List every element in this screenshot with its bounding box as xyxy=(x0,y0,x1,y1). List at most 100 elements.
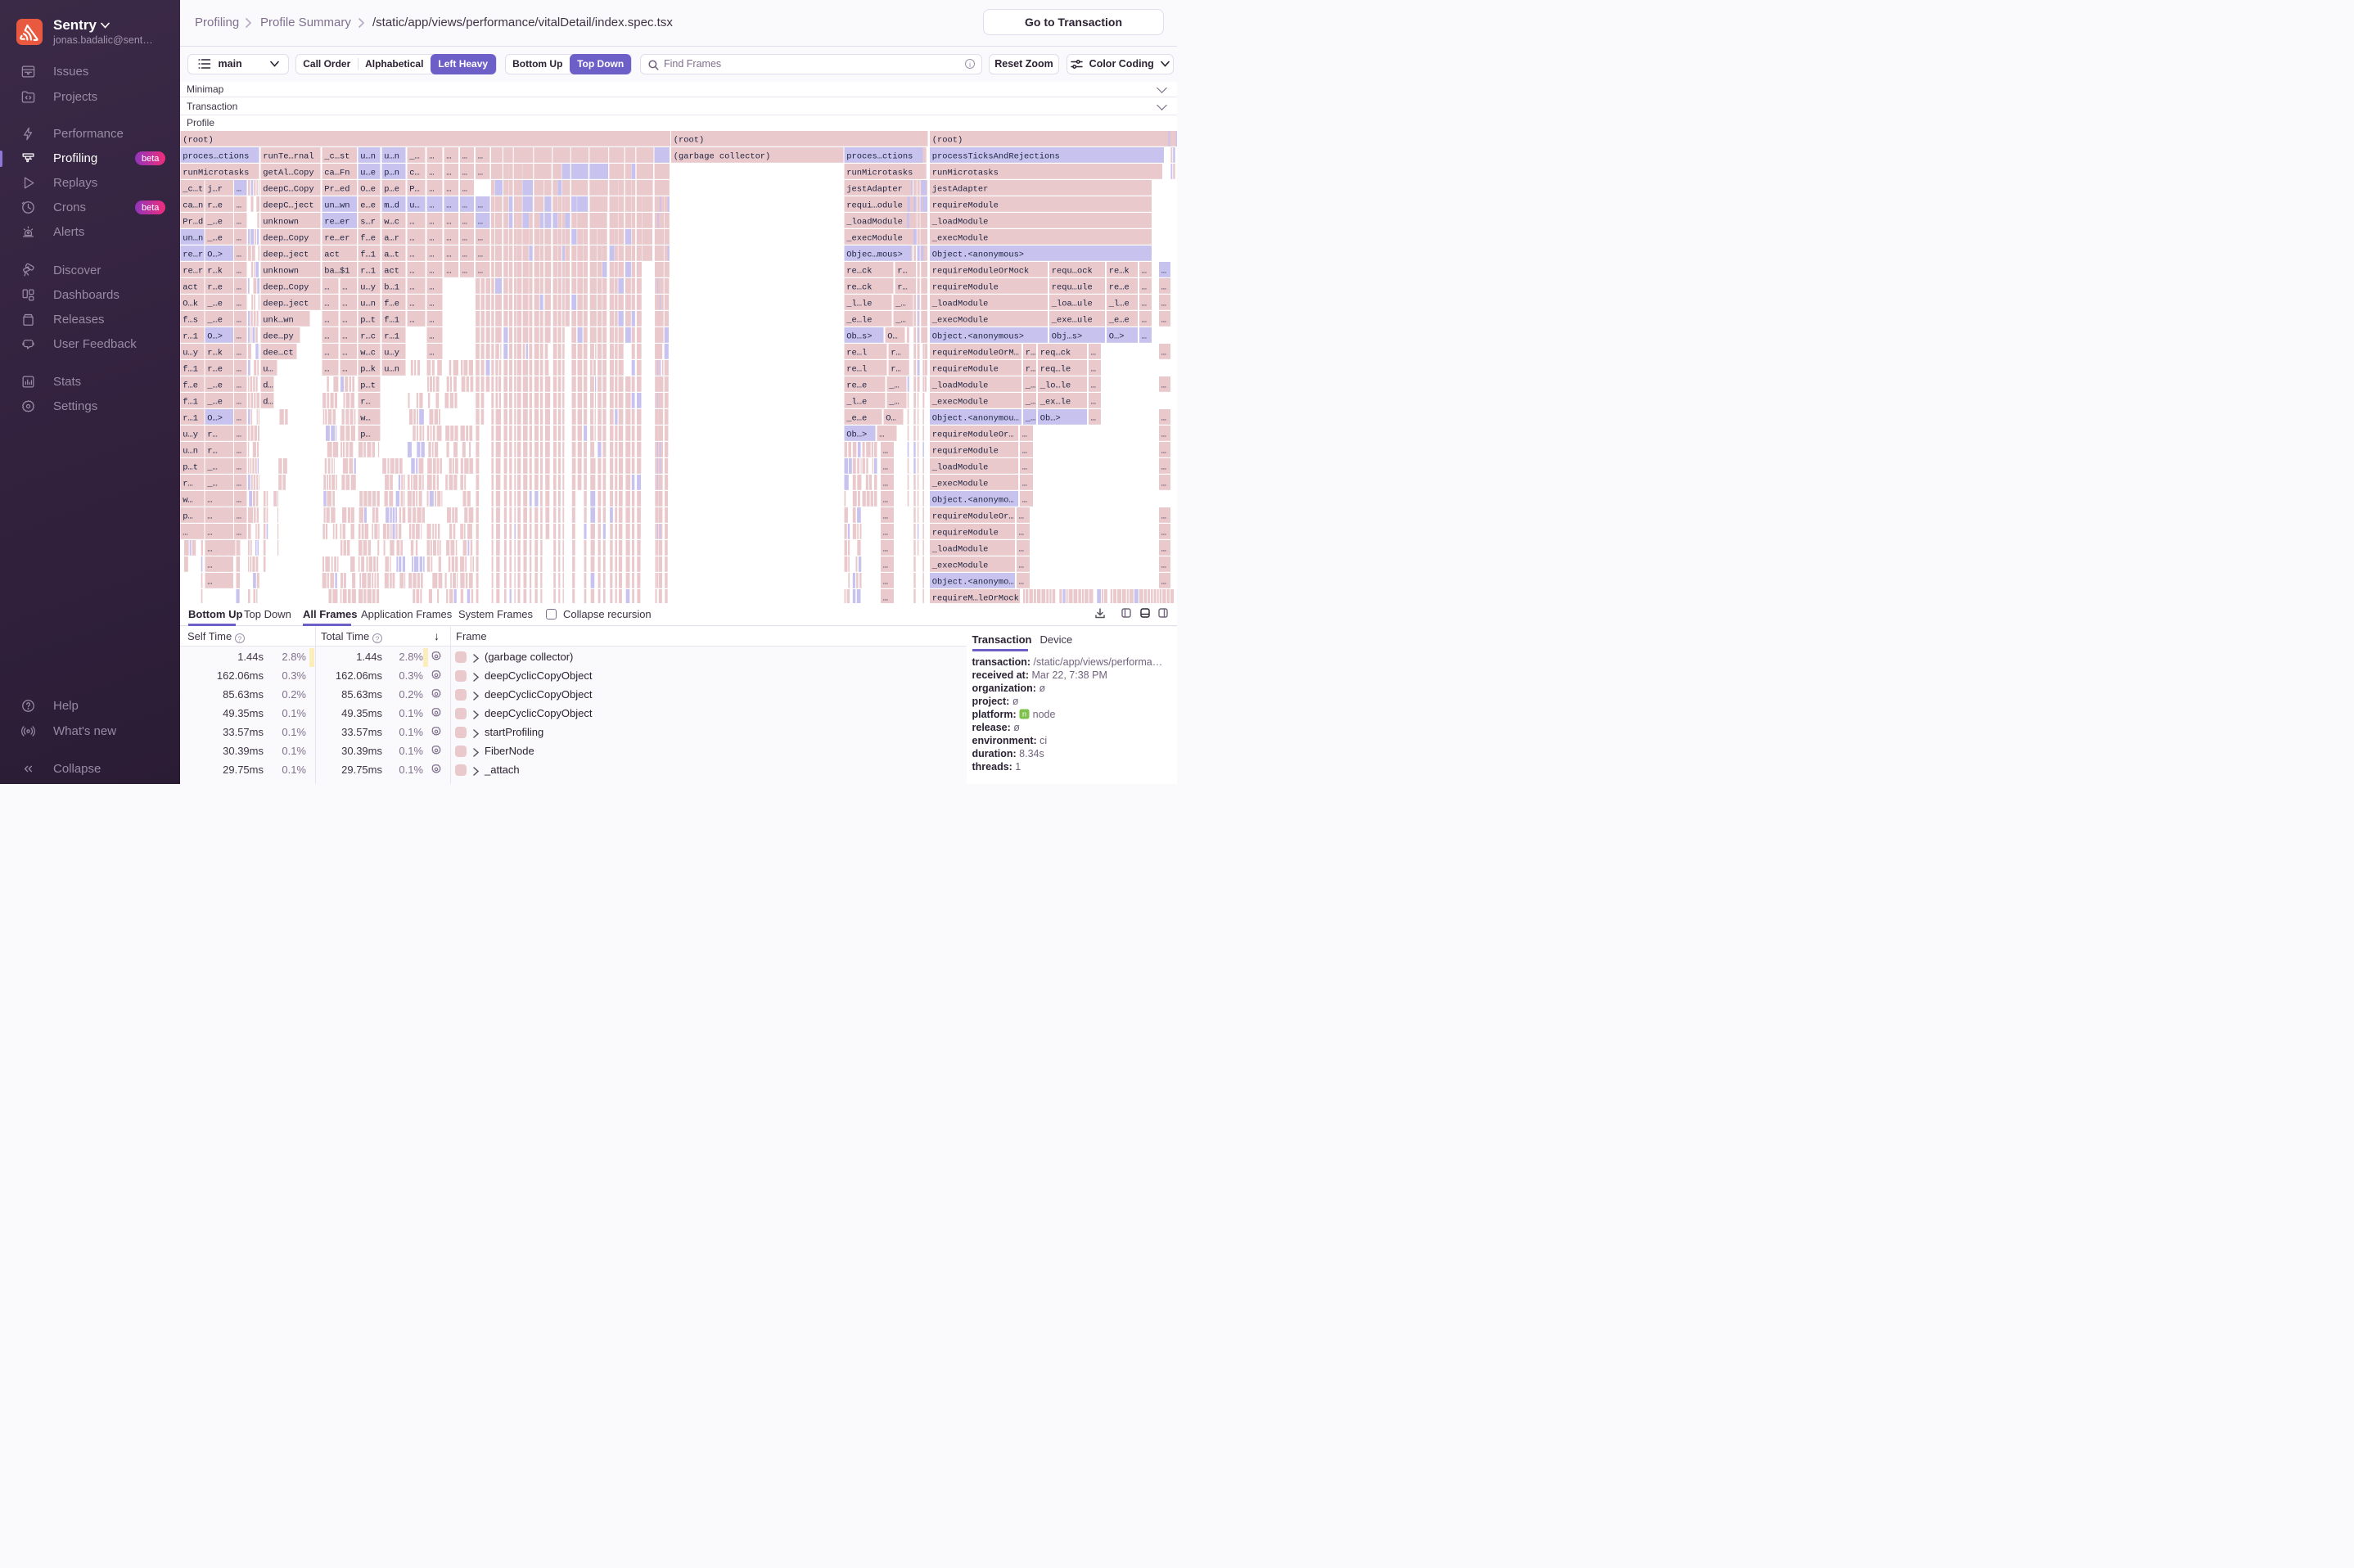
svg-text:re…r: re…r xyxy=(183,250,203,259)
svg-text:…: … xyxy=(462,168,467,178)
svg-text:…: … xyxy=(883,561,888,570)
svg-text:ca…Fn: ca…Fn xyxy=(324,168,349,178)
svg-text:…: … xyxy=(237,528,241,538)
svg-text:re…e: re…e xyxy=(846,381,867,390)
svg-text:Obj…s>: Obj…s> xyxy=(1052,331,1082,341)
svg-text:P…: P… xyxy=(409,184,419,194)
svg-text:Ob…>: Ob…> xyxy=(846,430,867,439)
svg-text:r…: r… xyxy=(183,479,192,489)
svg-text:_execModule: _execModule xyxy=(846,233,903,243)
svg-text:O…: O… xyxy=(887,331,897,341)
svg-text:_…: _… xyxy=(895,315,905,325)
svg-text:O…>: O…> xyxy=(207,413,223,423)
svg-text:…: … xyxy=(1161,315,1166,325)
svg-text:f…1: f…1 xyxy=(360,250,376,259)
svg-text:a…t: a…t xyxy=(384,250,399,259)
svg-text:u…e: u…e xyxy=(360,168,376,178)
svg-text:…: … xyxy=(883,462,888,472)
svg-text:unk…wn: unk…wn xyxy=(263,315,293,325)
svg-text:…: … xyxy=(1091,348,1096,358)
svg-text:…: … xyxy=(1091,364,1096,374)
svg-text:…: … xyxy=(1161,561,1166,570)
svg-text:…: … xyxy=(1161,348,1166,358)
svg-text:…: … xyxy=(429,184,434,194)
svg-text:w…: w… xyxy=(183,495,192,505)
svg-text:…: … xyxy=(1161,577,1166,587)
svg-text:…: … xyxy=(429,282,434,292)
svg-text:_loadModule: _loadModule xyxy=(931,217,989,227)
svg-text:f…1: f…1 xyxy=(183,397,198,407)
svg-text:f…s: f…s xyxy=(183,315,198,325)
svg-text:Object.<anonymo…: Object.<anonymo… xyxy=(932,495,1014,505)
svg-text:…: … xyxy=(462,151,467,161)
svg-text:…: … xyxy=(207,511,212,521)
svg-text:u…n: u…n xyxy=(384,151,399,161)
svg-text:_exe…ule: _exe…ule xyxy=(1051,315,1093,325)
svg-text:…: … xyxy=(1019,528,1024,538)
svg-text:_…e: _…e xyxy=(206,381,223,390)
svg-text:unknown: unknown xyxy=(263,217,299,227)
svg-text:…: … xyxy=(207,577,212,587)
svg-text:…: … xyxy=(237,430,241,439)
svg-text:…: … xyxy=(207,495,212,505)
svg-text:O…>: O…> xyxy=(1109,331,1125,341)
svg-text:…: … xyxy=(478,168,483,178)
svg-text:…: … xyxy=(1019,544,1024,554)
svg-text:…: … xyxy=(342,299,347,309)
svg-text:(garbage collector): (garbage collector) xyxy=(674,151,770,161)
svg-text:…: … xyxy=(1022,430,1027,439)
svg-text:runMicrotasks: runMicrotasks xyxy=(932,168,999,178)
svg-text:act: act xyxy=(183,282,198,292)
svg-text:_e…e: _e…e xyxy=(1108,315,1130,325)
svg-text:(root): (root) xyxy=(932,135,963,145)
svg-text:f…e: f…e xyxy=(183,381,198,390)
svg-text:d…: d… xyxy=(263,381,273,390)
svg-text:…: … xyxy=(462,201,467,210)
svg-text:_c…t: _c…t xyxy=(182,184,203,194)
svg-text:O…e: O…e xyxy=(360,184,376,194)
svg-text:…: … xyxy=(478,201,483,210)
svg-text:r…: r… xyxy=(1026,348,1035,358)
svg-text:…: … xyxy=(1091,381,1096,390)
svg-text:requi…odule: requi…odule xyxy=(846,201,903,210)
svg-text:…: … xyxy=(478,266,483,276)
svg-text:_l…e: _l…e xyxy=(1108,299,1130,309)
svg-text:…: … xyxy=(237,462,241,472)
svg-text:_loadModule: _loadModule xyxy=(846,217,903,227)
svg-text:_…: _… xyxy=(1025,413,1035,423)
svg-text:…: … xyxy=(1091,413,1096,423)
svg-text:act: act xyxy=(384,266,399,276)
svg-text:…: … xyxy=(462,184,467,194)
svg-text:deep…Copy: deep…Copy xyxy=(263,282,309,292)
svg-text:…: … xyxy=(1161,544,1166,554)
svg-text:u…n: u…n xyxy=(360,151,376,161)
svg-text:…: … xyxy=(478,233,483,243)
svg-text:r…1: r…1 xyxy=(183,413,198,423)
svg-text:dee…ct: dee…ct xyxy=(263,348,293,358)
svg-text:…: … xyxy=(237,381,241,390)
svg-text:n: n xyxy=(1022,710,1026,718)
svg-text:ca…n: ca…n xyxy=(183,201,203,210)
svg-text:re…ck: re…ck xyxy=(846,282,872,292)
svg-text:…: … xyxy=(237,331,241,341)
svg-text:…: … xyxy=(429,233,434,243)
svg-text:r…: r… xyxy=(891,348,900,358)
svg-text:runMicrotasks: runMicrotasks xyxy=(183,168,249,178)
svg-text:requireModuleOr…: requireModuleOr… xyxy=(932,511,1014,521)
svg-text:…: … xyxy=(879,430,884,439)
svg-text:…: … xyxy=(237,495,241,505)
svg-text:requireM…leOrMock: requireM…leOrMock xyxy=(932,593,1019,603)
svg-text:Pr…ed: Pr…ed xyxy=(324,184,349,194)
svg-text:…: … xyxy=(429,201,434,210)
svg-text:…: … xyxy=(207,544,212,554)
svg-text:requireModule: requireModule xyxy=(932,201,999,210)
svg-text:req…le: req…le xyxy=(1040,364,1071,374)
svg-text:m…d: m…d xyxy=(384,201,399,210)
svg-text:p…e: p…e xyxy=(384,184,399,194)
svg-text:…: … xyxy=(207,528,212,538)
svg-text:r…: r… xyxy=(1026,364,1035,374)
svg-text:…: … xyxy=(446,217,451,227)
svg-text:runMicrotasks: runMicrotasks xyxy=(846,168,913,178)
svg-text:ba…$1: ba…$1 xyxy=(324,266,349,276)
svg-text:r…1: r…1 xyxy=(360,266,376,276)
